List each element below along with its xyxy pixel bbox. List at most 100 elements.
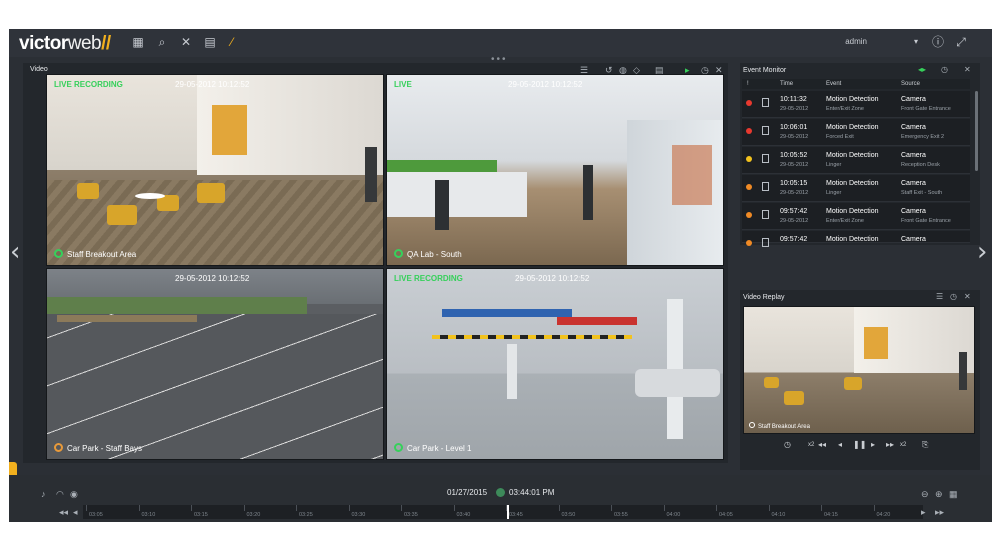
- grid-icon[interactable]: ▦: [131, 35, 145, 49]
- event-clock-icon[interactable]: ◷: [941, 65, 948, 74]
- timeline-track[interactable]: 03:05 03:10 03:15 03:20 03:25 03:30 03:35 03:40…: [83, 505, 923, 519]
- timeline-tick-mark: [453, 505, 455, 511]
- severity-dot: [746, 100, 752, 106]
- event-type: Motion Detection: [826, 96, 879, 103]
- replay-close-icon[interactable]: ✕: [964, 292, 971, 301]
- video-panel: Video ☰ ↺ ◍ ◇ ▤ ▸ ◷ ✕ LIVE RECORDING 29-…: [23, 63, 728, 463]
- red-sign: [557, 317, 637, 325]
- skip-forward-icon[interactable]: ▸▸: [935, 507, 944, 518]
- forward-icon[interactable]: ▸: [921, 507, 926, 518]
- document-icon[interactable]: [762, 182, 769, 191]
- person: [435, 180, 449, 230]
- timeline-tick-mark: [191, 505, 192, 511]
- event-date: 29-05-2012: [780, 162, 809, 168]
- event-time: 10:11:32: [780, 96, 807, 103]
- event-source-name: Emergency Exit 2: [901, 134, 945, 140]
- event-row[interactable]: 10:11:32 29-05-2012 Motion Detection Enter/…: [742, 91, 970, 118]
- hazard-stripe: [432, 335, 632, 339]
- event-subtype: Linger: [826, 190, 842, 196]
- replay-video[interactable]: Staff Breakout Area: [743, 306, 975, 434]
- video-replay-panel: Video Replay ☰ ◷ ✕ Staff Breakout Area ◷…: [740, 290, 980, 470]
- event-table-header: ! Time Event Source: [742, 79, 970, 89]
- speed-back[interactable]: x2: [808, 442, 814, 448]
- pause-icon[interactable]: ❚❚: [853, 440, 866, 449]
- timeline-tick-label: 03:55: [614, 512, 628, 518]
- zoom-in-icon[interactable]: ⊕: [935, 489, 943, 500]
- logo-mark: //: [101, 33, 111, 54]
- user-menu-chevron-icon[interactable]: ▾: [909, 35, 923, 49]
- timeline-tick-label: 03:10: [141, 512, 156, 518]
- document-icon[interactable]: [762, 154, 769, 163]
- replay-list-icon[interactable]: ☰: [936, 292, 943, 301]
- back-icon[interactable]: ◂: [73, 507, 78, 518]
- replay-clock-icon[interactable]: ◷: [950, 292, 957, 301]
- info-icon[interactable]: ⓘ: [931, 35, 945, 49]
- replay-camera-name: Staff Breakout Area: [749, 422, 810, 430]
- event-row[interactable]: 10:06:01 29-05-2012 Motion Detection Forced…: [742, 119, 970, 146]
- chair: [844, 377, 862, 390]
- col-source[interactable]: Source: [901, 81, 920, 87]
- glass-panel: [672, 145, 712, 205]
- speed-forward[interactable]: x2: [900, 442, 906, 448]
- chair: [77, 183, 99, 199]
- event-row[interactable]: 09:57:42 Motion Detection Camera: [742, 231, 970, 247]
- event-row[interactable]: 10:05:15 29-05-2012 Motion Detection Linger…: [742, 175, 970, 202]
- status-dot: [54, 249, 63, 258]
- bell-icon[interactable]: ♪: [41, 489, 46, 499]
- timeline-playhead[interactable]: [507, 505, 509, 519]
- replay-clock-control-icon[interactable]: ◷: [784, 440, 791, 449]
- chair: [784, 391, 804, 405]
- document-icon[interactable]: [762, 210, 769, 219]
- document-icon[interactable]: [762, 238, 769, 247]
- timeline-date: 01/27/2015: [447, 488, 488, 497]
- calendar-icon[interactable]: ▦: [949, 489, 958, 500]
- col-severity[interactable]: !: [747, 81, 749, 87]
- rewind-icon[interactable]: ◂◂: [818, 440, 826, 449]
- camera-name: Car Park - Level 1: [394, 443, 471, 453]
- live-indicator-icon[interactable]: [496, 488, 505, 497]
- skip-back-icon[interactable]: ◂◂: [59, 507, 68, 518]
- event-row[interactable]: 10:05:52 29-05-2012 Motion Detection Linger…: [742, 147, 970, 174]
- event-playback-icon[interactable]: ◂▸: [918, 65, 926, 74]
- tools-icon[interactable]: ✕: [179, 35, 193, 49]
- report-icon[interactable]: ▤: [203, 35, 217, 49]
- event-time: 09:57:42: [780, 208, 808, 215]
- severity-dot: [746, 184, 752, 190]
- col-event[interactable]: Event: [826, 81, 841, 87]
- victorweb-app: victorweb// ▦ ⌕ ✕ ▤ ⁄ admin ▾ ⓘ ⤢ ••• ▦ …: [9, 29, 992, 522]
- zoom-out-icon[interactable]: ⊖: [921, 489, 929, 500]
- step-forward-icon[interactable]: ▸: [871, 440, 875, 449]
- timeline-tick-label: 04:10: [771, 512, 786, 518]
- camera-name-label: QA Lab - South: [407, 250, 462, 259]
- event-subtype: Enter/Exit Zone: [826, 218, 864, 224]
- export-clip-icon[interactable]: ⎘: [922, 440, 928, 450]
- replay-camera-label: Staff Breakout Area: [758, 424, 810, 430]
- event-row[interactable]: 09:57:42 29-05-2012 Motion Detection Enter/…: [742, 203, 970, 230]
- event-close-icon[interactable]: ✕: [964, 65, 971, 74]
- search-icon[interactable]: ⌕: [155, 35, 169, 49]
- timeline-tick-mark: [401, 505, 402, 511]
- pillar: [507, 344, 517, 399]
- severity-dot: [746, 212, 752, 218]
- camera-tile[interactable]: LIVE RECORDING 29-05-2012 10:12:52 Car P…: [386, 268, 724, 460]
- accent-icon[interactable]: ⁄: [225, 35, 239, 49]
- col-time[interactable]: Time: [780, 81, 793, 87]
- event-time: 10:06:01: [780, 124, 808, 131]
- step-back-icon[interactable]: ◂: [838, 440, 842, 449]
- user-name[interactable]: admin: [845, 37, 867, 46]
- camera-tile[interactable]: 29-05-2012 10:12:52 Car Park - Staff Bay…: [46, 268, 384, 460]
- play-circle-icon[interactable]: ◉: [70, 489, 78, 500]
- fullscreen-icon[interactable]: ⤢: [954, 35, 968, 49]
- left-arrow-icon[interactable]: ‹: [10, 237, 20, 267]
- person: [959, 352, 967, 390]
- wifi-icon[interactable]: ◠: [56, 489, 64, 500]
- event-scrollbar[interactable]: [975, 91, 978, 171]
- event-source-name: Front Gate Entrance: [901, 106, 951, 112]
- document-icon[interactable]: [762, 98, 769, 107]
- timeline-tick-mark: [138, 505, 140, 511]
- fast-forward-icon[interactable]: ▸▸: [886, 440, 894, 449]
- event-time: 10:05:15: [780, 180, 808, 187]
- camera-tile[interactable]: LIVE RECORDING 29-05-2012 10:12:52 Staff…: [46, 74, 384, 266]
- camera-tile[interactable]: LIVE 29-05-2012 10:12:52 QA Lab - South: [386, 74, 724, 266]
- document-icon[interactable]: [762, 126, 769, 135]
